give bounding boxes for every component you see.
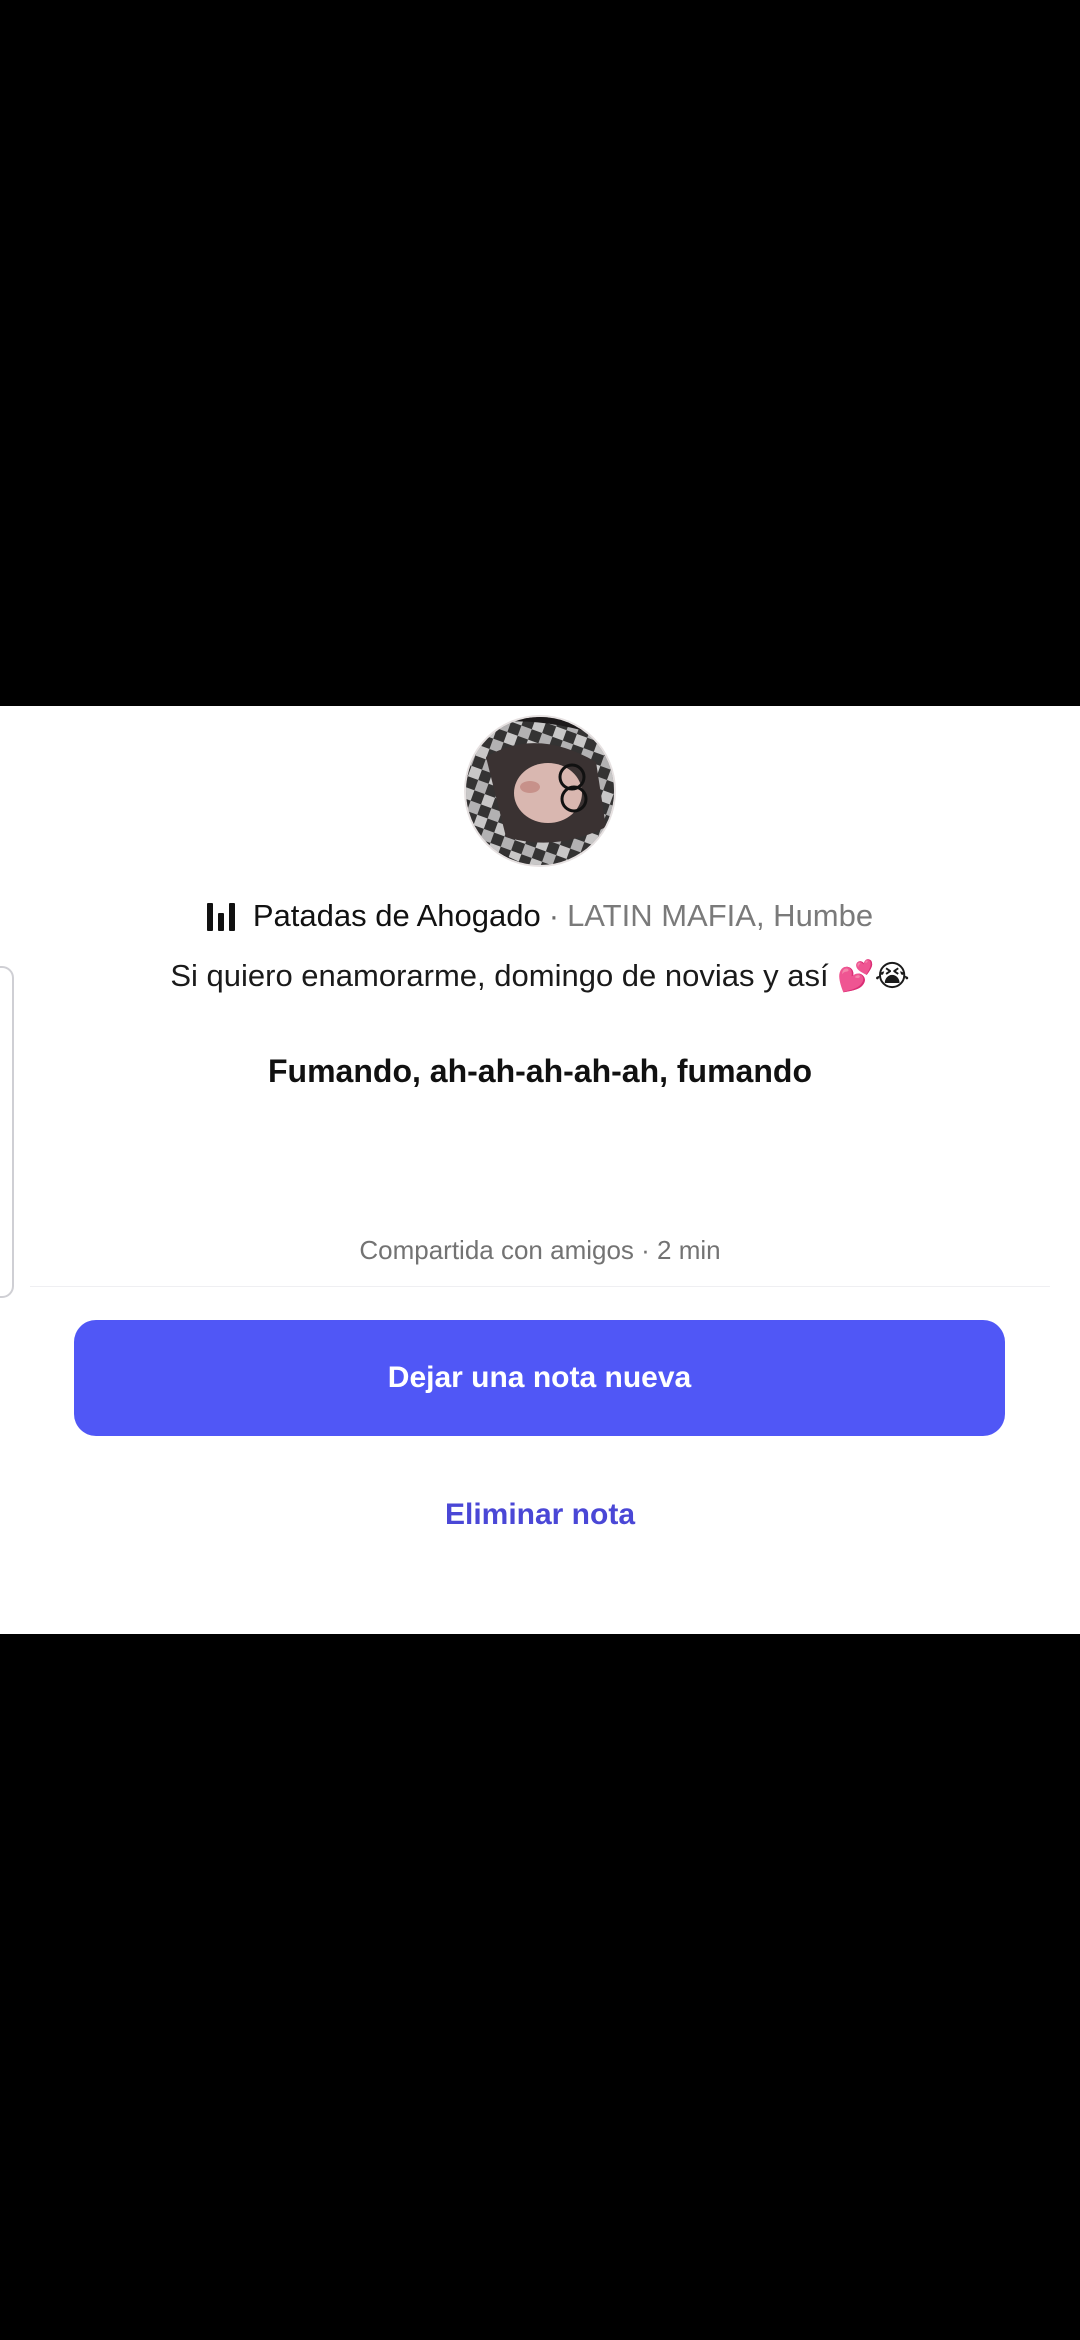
divider bbox=[30, 1286, 1050, 1287]
song-separator: · bbox=[548, 898, 560, 933]
song-title: Patadas de Ahogado bbox=[252, 898, 541, 933]
note-text: Si quiero enamorarme, domingo de novias … bbox=[170, 958, 829, 993]
note-emojis: 💕😭 bbox=[837, 959, 910, 994]
delete-note-button[interactable]: Eliminar nota bbox=[340, 1488, 740, 1542]
music-bars-icon bbox=[206, 901, 235, 931]
song-attachment[interactable]: Patadas de Ahogado · LATIN MAFIA, Humbe bbox=[0, 895, 1080, 937]
shared-status: Compartida con amigos · 2 min bbox=[359, 1235, 721, 1265]
song-artist: LATIN MAFIA, Humbe bbox=[567, 898, 874, 933]
note-text-line: Si quiero enamorarme, domingo de novias … bbox=[0, 955, 1080, 998]
avatar[interactable] bbox=[466, 717, 614, 865]
song-lyric: Fumando, ah-ah-ah-ah-ah, fumando bbox=[268, 1053, 812, 1089]
new-note-button[interactable]: Dejar una nota nueva bbox=[74, 1320, 1005, 1436]
